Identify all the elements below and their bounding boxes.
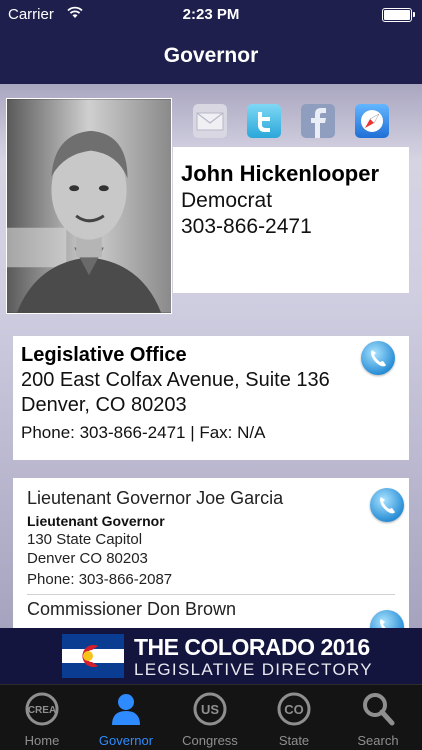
navigation-bar: Governor: [0, 30, 422, 84]
staff-name-2: Commissioner Don Brown: [27, 599, 237, 619]
phone-icon: [380, 619, 386, 628]
compass-icon: [361, 110, 383, 132]
tab-home-label: Home: [24, 733, 60, 748]
colorado-flag-logo: [62, 634, 124, 678]
website-button[interactable]: [355, 104, 389, 138]
co-badge: CO: [284, 702, 304, 717]
tab-search[interactable]: Search: [336, 685, 420, 750]
tab-governor[interactable]: Governor: [84, 685, 168, 750]
tab-bar: CREA Home Governor US Congress CO State …: [0, 684, 422, 750]
office-address-line2: Denver, CO 80203: [21, 394, 187, 416]
tab-state[interactable]: CO State: [252, 685, 336, 750]
tab-home[interactable]: CREA Home: [0, 685, 84, 750]
us-icon: US: [193, 692, 227, 726]
office-address-line1: 200 East Colfax Avenue, Suite 136: [21, 369, 330, 391]
facebook-icon: [311, 108, 326, 138]
us-badge: US: [201, 702, 219, 717]
person-icon: [112, 694, 140, 725]
battery-icon: [382, 8, 415, 22]
twitter-button[interactable]: [247, 104, 281, 138]
staff-call-button[interactable]: [370, 488, 404, 522]
governor-photo: [6, 98, 172, 314]
twitter-icon: [258, 112, 270, 132]
staff-address-line1: 130 State Capitol: [27, 531, 143, 548]
staff-title: Lieutenant Governor: [27, 513, 165, 529]
email-button[interactable]: [193, 104, 227, 138]
divider: [27, 594, 395, 595]
governor-phone[interactable]: 303-866-2471: [181, 215, 401, 239]
staff-call-button-2[interactable]: [370, 610, 404, 628]
phone-icon: [371, 350, 386, 367]
tab-congress-label: Congress: [182, 733, 238, 748]
phone-icon: [380, 497, 395, 514]
directory-banner: THE COLORADO 2016 LEGISLATIVE DIRECTORY: [0, 628, 422, 684]
status-bar: Carrier 2:23 PM: [0, 0, 422, 30]
crea-icon: CREA: [25, 692, 59, 726]
banner-title: THE COLORADO 2016: [134, 634, 370, 660]
office-heading: Legislative Office: [21, 344, 187, 366]
tab-congress[interactable]: US Congress: [168, 685, 252, 750]
magnifier-icon: [363, 693, 395, 726]
facebook-button[interactable]: [301, 104, 335, 138]
staff-address-line2: Denver CO 80203: [27, 550, 148, 567]
legislative-office-card: Legislative Office 200 East Colfax Avenu…: [13, 336, 409, 460]
staff-name: Lieutenant Governor Joe Garcia: [27, 488, 284, 508]
office-call-button[interactable]: [361, 341, 395, 375]
governor-card: John Hickenlooper Democrat 303-866-2471: [173, 147, 409, 293]
tab-search-label: Search: [357, 733, 399, 748]
office-phone-fax: Phone: 303-866-2471 | Fax: N/A: [21, 423, 266, 442]
staff-phone: Phone: 303-866-2087: [27, 571, 173, 588]
tab-governor-label: Governor: [98, 733, 154, 748]
banner-subtitle: LEGISLATIVE DIRECTORY: [134, 660, 373, 679]
co-icon: CO: [277, 692, 311, 726]
staff-card: Lieutenant Governor Joe Garcia Lieutenan…: [13, 478, 409, 628]
governor-party: Democrat: [181, 189, 273, 212]
envelope-icon: [196, 112, 224, 131]
page-title: Governor: [163, 44, 259, 67]
governor-content[interactable]: John Hickenlooper Democrat 303-866-2471 …: [0, 84, 422, 628]
governor-name: John Hickenlooper: [181, 161, 380, 186]
tab-state-label: State: [278, 733, 310, 748]
clock: 2:23 PM: [182, 6, 240, 23]
crea-badge: CREA: [28, 705, 56, 716]
